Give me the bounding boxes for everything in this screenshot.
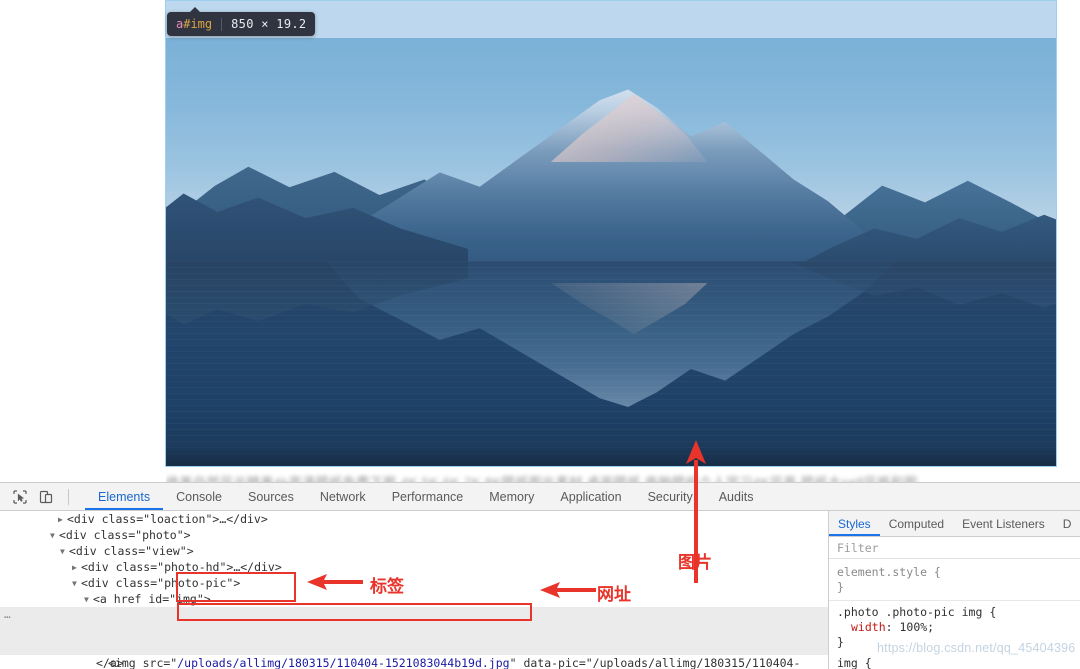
dom-row-view[interactable]: ▼ <div class="view"> (0, 543, 828, 559)
dom-row-overflow-dots: … (4, 608, 12, 621)
tab-performance[interactable]: Performance (379, 483, 477, 510)
style-rule-selector: element.style { (837, 565, 941, 579)
page-caption-text: 绝美自然风光精美4k高清壁纸免费下载 4K 5K 6K 7K 8K壁纸图片素材 … (166, 472, 1056, 482)
toolbar-divider (68, 488, 69, 505)
style-rule-close: } (837, 580, 844, 594)
dom-tree-pane[interactable]: ▶ <div class="loaction">…</div> ▼ <div cla… (0, 511, 828, 669)
page-caption-blurred: 绝美自然风光精美4k高清壁纸免费下载 4K 5K 6K 7K 8K壁纸图片素材 … (166, 472, 1056, 482)
disclosure-triangle-expanded-icon[interactable]: ▼ (50, 528, 59, 544)
dom-row-photo-pic[interactable]: ▼ <div class="photo-pic"> (0, 575, 828, 591)
tooltip-element-id: #img (183, 17, 213, 31)
style-value-width: : (885, 620, 900, 634)
dom-row-anchor[interactable]: ▼ <a href id="img"> (0, 591, 828, 607)
devtools-panel: Elements Console Sources Network Perform… (0, 482, 1080, 669)
photo-foreground-shore (165, 445, 1057, 467)
dom-row-photo-hd-text: <div class="photo-hd">…</div> (81, 560, 282, 574)
tab-sources[interactable]: Sources (235, 483, 307, 510)
tab-elements[interactable]: Elements (85, 483, 163, 510)
style-prop-width: width (851, 620, 886, 634)
disclosure-triangle-expanded-icon[interactable]: ▼ (60, 544, 69, 560)
styles-filter-placeholder: Filter (837, 540, 879, 555)
styles-tab-bar: Styles Computed Event Listeners D (829, 511, 1080, 537)
devtools-toolbar-icons (0, 488, 85, 505)
tooltip-divider (221, 17, 223, 31)
inspect-element-icon[interactable] (12, 489, 28, 505)
style-rule-element-style[interactable]: element.style { } (829, 563, 1080, 597)
tab-memory[interactable]: Memory (476, 483, 547, 510)
tab-security[interactable]: Security (635, 483, 706, 510)
style-rule-selector: img { (837, 656, 872, 669)
dom-row-img-selected[interactable]: … <img src="/uploads/allimg/180315/11040… (0, 607, 828, 669)
dom-row-loaction-text: <div class="loaction">…</div> (67, 512, 268, 526)
tab-dom-breakpoints[interactable]: D (1054, 511, 1080, 536)
tab-styles[interactable]: Styles (829, 511, 880, 536)
tab-console[interactable]: Console (163, 483, 235, 510)
screenshot-root: a#img 850 × 19.2 绝美自然风光精美4k高清壁纸免费下载 4K 5… (0, 0, 1080, 669)
device-toolbar-icon[interactable] (38, 489, 54, 505)
style-value-width-val: 100%; (899, 620, 935, 634)
styles-filter-input[interactable]: Filter (829, 537, 1080, 559)
dom-row-anchor-close[interactable]: </a> (0, 655, 828, 669)
dom-row-loaction[interactable]: ▶ <div class="loaction">…</div> (0, 511, 828, 527)
tab-network[interactable]: Network (307, 483, 379, 510)
disclosure-triangle-collapsed-icon[interactable]: ▶ (72, 560, 81, 576)
element-inspector-tooltip: a#img 850 × 19.2 (167, 7, 316, 36)
tab-computed[interactable]: Computed (880, 511, 953, 536)
devtools-tab-bar: Elements Console Sources Network Perform… (85, 483, 766, 510)
dom-row-photo-hd[interactable]: ▶ <div class="photo-hd">…</div> (0, 559, 828, 575)
tab-event-listeners[interactable]: Event Listeners (953, 511, 1054, 536)
blog-watermark: https://blog.csdn.net/qq_45404396 (877, 641, 1076, 655)
tab-audits[interactable]: Audits (706, 483, 767, 510)
tab-application[interactable]: Application (547, 483, 634, 510)
style-declaration[interactable]: width: 100%; (837, 620, 1072, 635)
devtools-toolbar: Elements Console Sources Network Perform… (0, 483, 1080, 511)
disclosure-triangle-expanded-icon[interactable]: ▼ (84, 592, 93, 608)
browser-viewport: a#img 850 × 19.2 绝美自然风光精美4k高清壁纸免费下载 4K 5… (0, 0, 1080, 482)
photo-water-ripples (165, 261, 1057, 467)
devtools-body: ▶ <div class="loaction">…</div> ▼ <div cla… (0, 511, 1080, 669)
disclosure-triangle-collapsed-icon[interactable]: ▶ (58, 512, 67, 528)
dom-row-photo-text: <div class="photo"> (59, 528, 191, 542)
dom-row-photo-pic-text: <div class="photo-pic"> (81, 576, 241, 590)
mountain-lake-photo[interactable] (165, 38, 1057, 467)
styles-pane: Styles Computed Event Listeners D Filter… (828, 511, 1080, 669)
tooltip-dimensions: 850 × 19.2 (231, 17, 307, 31)
inspected-image-container[interactable] (165, 0, 1057, 467)
style-rule-selector: .photo .photo-pic img { (837, 605, 997, 619)
dom-row-anchor-text: <a href id="img"> (93, 592, 211, 606)
dom-row-view-text: <div class="view"> (69, 544, 194, 558)
dom-row-anchor-close-text: </a> (96, 656, 124, 669)
disclosure-triangle-expanded-icon[interactable]: ▼ (72, 576, 81, 592)
dom-row-photo[interactable]: ▼ <div class="photo"> (0, 527, 828, 543)
